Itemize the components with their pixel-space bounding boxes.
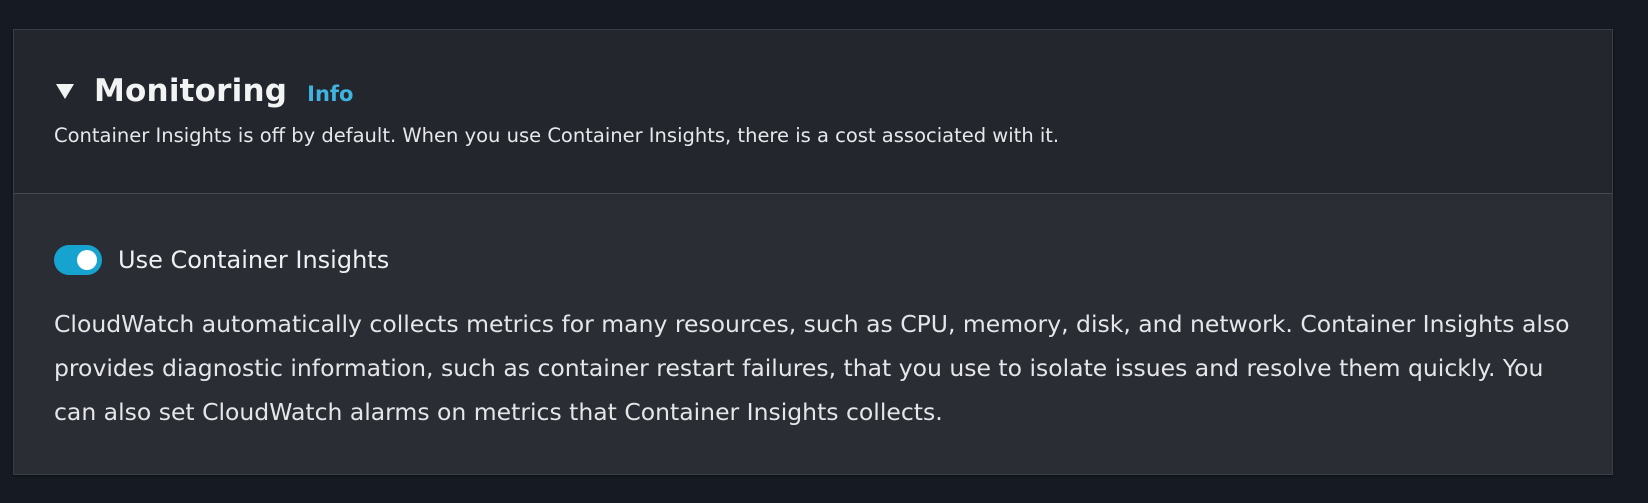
container-insights-toggle-label[interactable]: Use Container Insights bbox=[118, 246, 389, 274]
monitoring-panel-header: Monitoring Info Container Insights is of… bbox=[14, 30, 1612, 194]
section-description: Container Insights is off by default. Wh… bbox=[54, 124, 1060, 147]
container-insights-toggle-row: Use Container Insights bbox=[54, 242, 389, 278]
section-title-row: Monitoring Info bbox=[54, 70, 353, 112]
container-insights-description: CloudWatch automatically collects metric… bbox=[54, 310, 1570, 426]
monitoring-panel: Monitoring Info Container Insights is of… bbox=[13, 29, 1613, 475]
info-link[interactable]: Info bbox=[307, 82, 353, 106]
container-insights-switch[interactable] bbox=[54, 245, 102, 275]
section-title: Monitoring bbox=[94, 73, 288, 109]
switch-knob bbox=[77, 250, 97, 270]
caret-down-icon[interactable] bbox=[54, 80, 76, 102]
